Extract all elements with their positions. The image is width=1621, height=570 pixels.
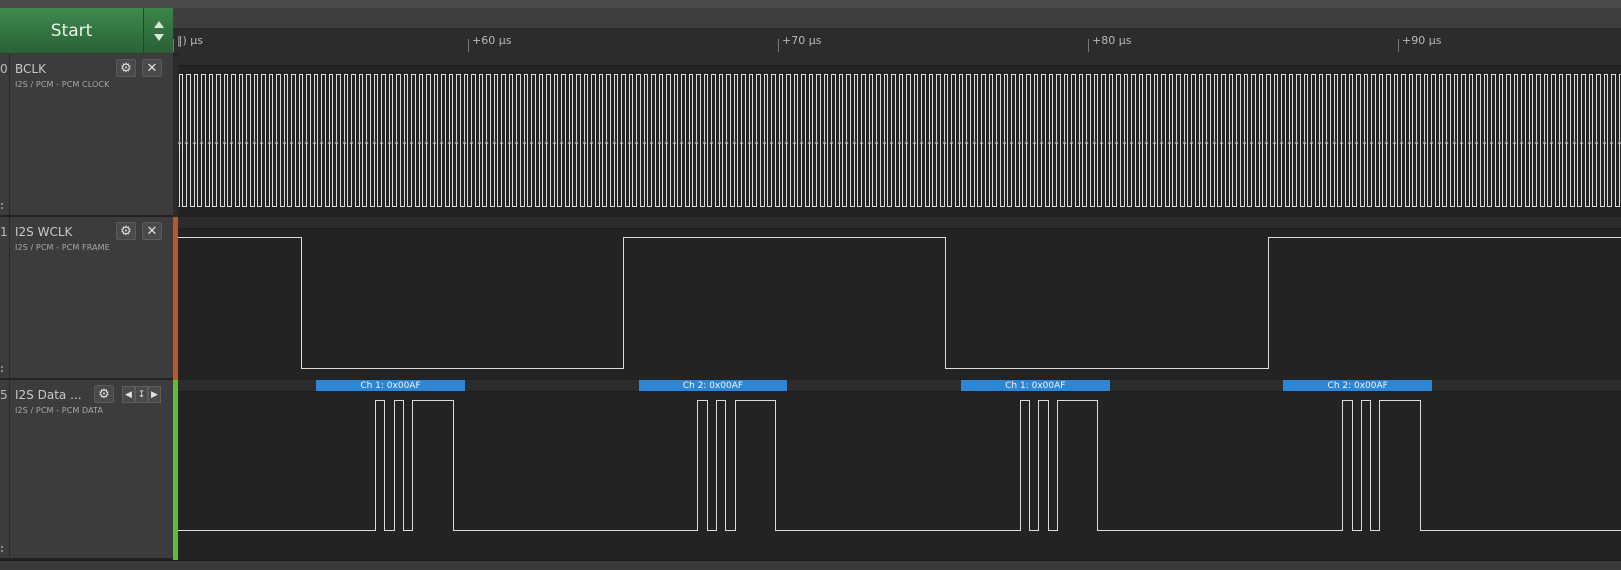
chevron-right-icon: ▶ [151, 390, 158, 400]
time-ruler[interactable]: ‖) µs +60 µs +70 µs +80 µs +90 µs [173, 8, 1621, 54]
time-tick-label: ‖) µs [177, 34, 203, 47]
falling-edge-icon: ↧ [138, 390, 146, 400]
channel-analyzer-label: I2S / PCM - PCM CLOCK [15, 80, 109, 89]
start-options-button[interactable] [144, 8, 173, 53]
previous-edge-button[interactable]: ◀ [122, 386, 135, 403]
next-edge-button[interactable]: ▶ [148, 386, 161, 403]
channel-remove-button[interactable]: ✕ [142, 222, 162, 240]
data-trace [178, 401, 1621, 531]
start-button[interactable]: Start [0, 8, 144, 53]
decoded-frame-annotation[interactable]: Ch 1: 0x00AF [961, 380, 1110, 391]
waveform-data[interactable] [178, 392, 1621, 560]
channel-analyzer-label: I2S / PCM - PCM DATA [15, 406, 103, 415]
waveform-wclk[interactable] [178, 229, 1621, 380]
channel-number: 5 [0, 388, 8, 402]
chevron-up-icon [154, 21, 164, 28]
edge-type-button[interactable]: ↧ [135, 386, 148, 403]
channel-analyzer-label: I2S / PCM - PCM FRAME [15, 243, 110, 252]
chevron-left-icon: ◀ [125, 390, 132, 400]
gear-icon: ⚙ [120, 224, 132, 239]
close-icon: ✕ [147, 224, 158, 239]
channel-settings-button[interactable]: ⚙ [116, 222, 136, 240]
decoded-frame-label: Ch 2: 0x00AF [683, 381, 743, 391]
close-icon: ✕ [147, 61, 158, 76]
time-tick-label: +70 µs [782, 34, 821, 47]
chevron-down-icon [154, 34, 164, 41]
channel-name[interactable]: BCLK [15, 62, 46, 76]
time-tick-label: +80 µs [1092, 34, 1131, 47]
channel-remove-button[interactable]: ✕ [142, 59, 162, 77]
start-button-label: Start [51, 21, 93, 41]
decoded-frame-annotation[interactable]: Ch 1: 0x00AF [316, 380, 465, 391]
channel-name[interactable]: I2S Data ... [15, 388, 82, 402]
gear-icon: ⚙ [98, 387, 110, 402]
resize-grip-icon[interactable] [1, 203, 4, 211]
decoded-frame-annotation[interactable]: Ch 2: 0x00AF [1283, 380, 1432, 391]
channel-number: 1 [0, 225, 8, 239]
waveform-bclk[interactable] [178, 66, 1621, 217]
time-tick-label: +60 µs [472, 34, 511, 47]
channel-settings-button[interactable]: ⚙ [94, 385, 114, 403]
resize-grip-icon[interactable] [1, 366, 4, 374]
channel-row-wclk: 1 I2S WCLK I2S / PCM - PCM FRAME ⚙ ✕ [0, 217, 173, 380]
channel-row-data: 5 I2S Data ... I2S / PCM - PCM DATA ⚙ ◀ … [0, 380, 173, 560]
channel-number: 0 [0, 62, 8, 76]
gear-icon: ⚙ [120, 61, 132, 76]
frame-trace [178, 238, 1621, 369]
decoded-frame-label: Ch 1: 0x00AF [360, 381, 420, 391]
channel-row-bclk: 0 BCLK I2S / PCM - PCM CLOCK ⚙ ✕ [0, 54, 173, 217]
channel-settings-button[interactable]: ⚙ [116, 59, 136, 77]
decoded-frame-label: Ch 1: 0x00AF [1005, 381, 1065, 391]
resize-grip-icon[interactable] [1, 546, 4, 554]
time-tick-label: +90 µs [1402, 34, 1441, 47]
channel-name[interactable]: I2S WCLK [15, 225, 72, 239]
decoded-frame-label: Ch 2: 0x00AF [1328, 381, 1388, 391]
decoded-frame-annotation[interactable]: Ch 2: 0x00AF [639, 380, 788, 391]
